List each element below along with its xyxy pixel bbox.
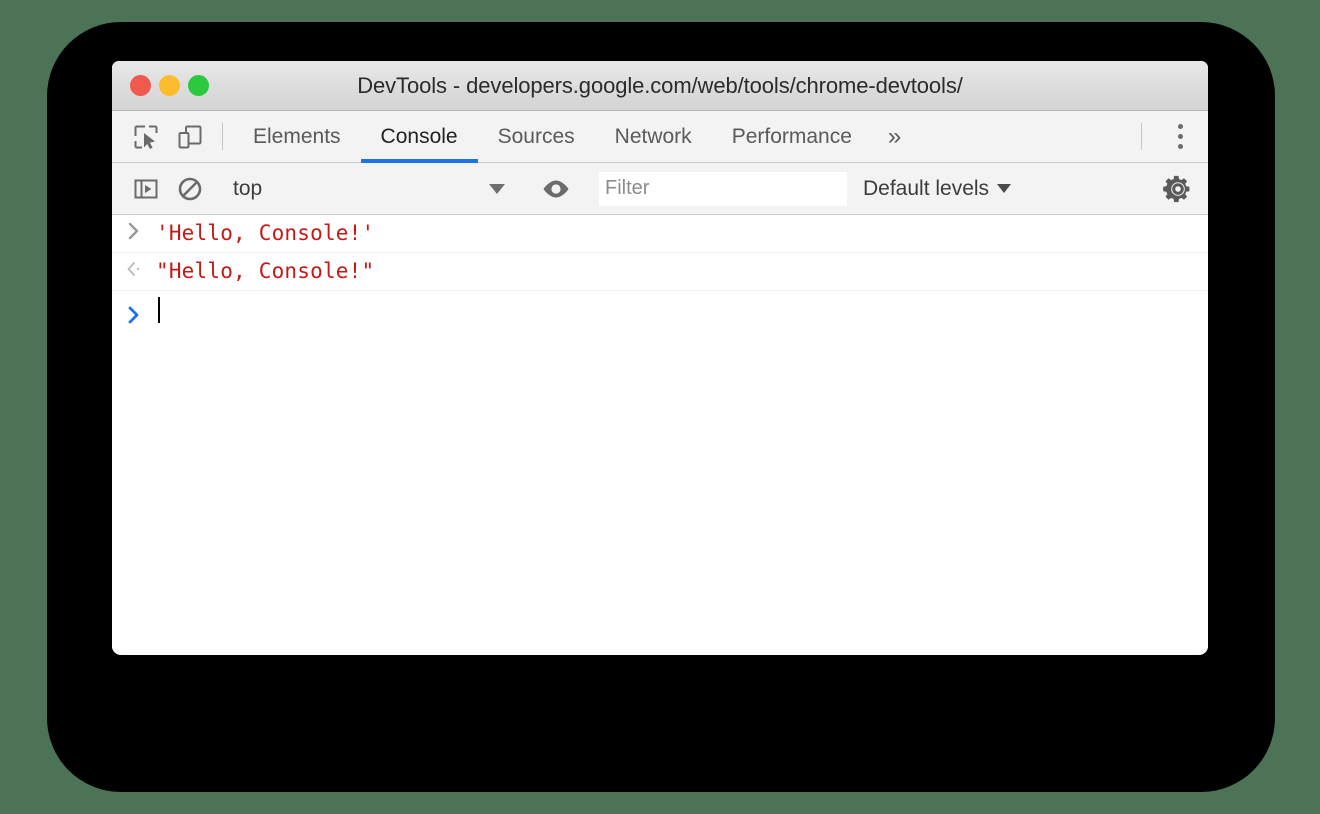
clear-console-icon <box>177 176 203 202</box>
live-expression-button[interactable] <box>534 178 578 200</box>
device-toolbar-icon <box>177 124 203 150</box>
console-prompt-row[interactable] <box>112 291 1208 336</box>
output-arrow-icon <box>112 257 156 279</box>
inspect-element-button[interactable] <box>124 111 168 162</box>
console-sidebar-toggle-button[interactable] <box>124 176 168 202</box>
tab-sources-label: Sources <box>497 124 575 148</box>
tab-sources[interactable]: Sources <box>478 111 595 162</box>
console-output-text: "Hello, Console!" <box>156 259 375 283</box>
tab-console-label: Console <box>380 124 458 148</box>
devtools-main-menu-button[interactable] <box>1152 111 1208 162</box>
execution-context-selector[interactable]: top <box>233 177 513 201</box>
chevron-double-right-icon: » <box>887 122 902 150</box>
panel-tabs: Elements Console Sources Network Perform… <box>233 111 917 163</box>
kebab-menu-icon <box>1177 124 1183 149</box>
console-message-list[interactable]: 'Hello, Console!' "Hello, Console!" <box>112 215 1208 653</box>
console-input-text: 'Hello, Console!' <box>156 221 375 245</box>
prompt-arrow-icon <box>112 303 156 325</box>
live-expression-eye-icon <box>541 178 571 200</box>
console-row-output[interactable]: "Hello, Console!" <box>112 253 1208 291</box>
toolbar-divider <box>222 123 223 150</box>
console-toolbar: top Default levels <box>112 163 1208 215</box>
close-window-button[interactable] <box>130 75 151 96</box>
tab-performance-label: Performance <box>731 124 852 148</box>
devtools-window: DevTools - developers.google.com/web/too… <box>112 61 1208 655</box>
tab-elements-label: Elements <box>253 124 341 148</box>
maximize-window-button[interactable] <box>188 75 209 96</box>
tab-network[interactable]: Network <box>595 111 712 162</box>
settings-gear-icon <box>1163 174 1193 204</box>
window-title: DevTools - developers.google.com/web/too… <box>357 72 963 98</box>
inspect-element-icon <box>133 124 159 150</box>
more-tabs-button[interactable]: » <box>872 111 917 162</box>
log-levels-selector[interactable]: Default levels <box>847 177 1027 201</box>
log-levels-label: Default levels <box>863 176 990 200</box>
execution-context-value: top <box>233 176 263 200</box>
console-filter-input[interactable] <box>599 171 847 206</box>
tabstrip-divider-right <box>1141 123 1142 150</box>
text-cursor <box>158 297 160 323</box>
chevron-down-icon <box>997 184 1012 193</box>
console-prompt-input[interactable] <box>156 297 160 330</box>
console-row-input[interactable]: 'Hello, Console!' <box>112 215 1208 253</box>
console-sidebar-toggle-icon <box>133 176 159 202</box>
tab-performance[interactable]: Performance <box>712 111 872 162</box>
tab-console[interactable]: Console <box>360 111 478 163</box>
tabstrip-spacer <box>917 111 1131 162</box>
devtools-settings-button[interactable] <box>1148 174 1208 204</box>
tab-network-label: Network <box>614 124 692 148</box>
tab-elements[interactable]: Elements <box>233 111 361 162</box>
window-titlebar: DevTools - developers.google.com/web/too… <box>112 61 1208 111</box>
clear-console-button[interactable] <box>168 176 212 202</box>
device-toolbar-button[interactable] <box>168 111 212 162</box>
minimize-window-button[interactable] <box>159 75 180 96</box>
traffic-lights <box>112 75 209 96</box>
chevron-down-icon <box>489 183 505 194</box>
input-arrow-icon <box>112 219 156 241</box>
devtools-tabstrip: Elements Console Sources Network Perform… <box>112 111 1208 163</box>
